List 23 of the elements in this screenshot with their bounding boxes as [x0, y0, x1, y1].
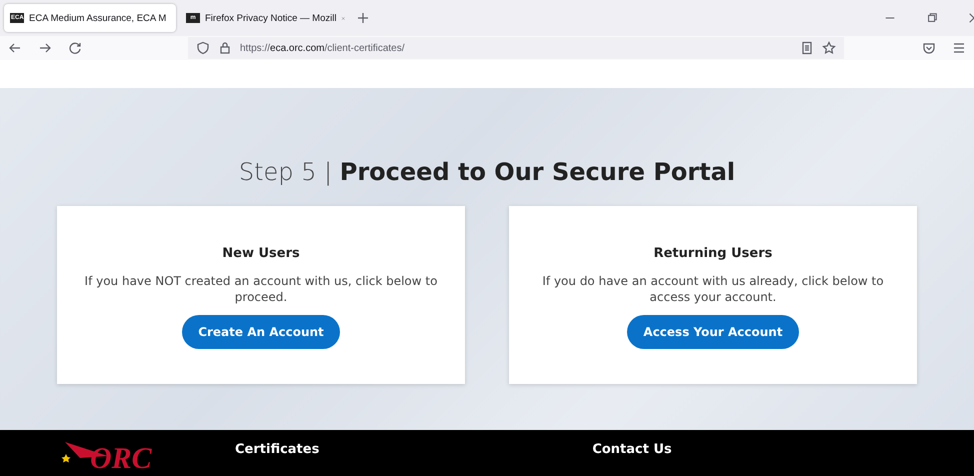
page-heading: Step 5 | Proceed to Our Secure Portal	[238, 158, 736, 186]
pocket-icon[interactable]	[922, 41, 936, 55]
orc-logo[interactable]: ORC	[60, 442, 155, 476]
shield-icon[interactable]	[196, 41, 210, 55]
card-title: Returning Users	[654, 246, 772, 261]
lock-icon[interactable]	[218, 41, 232, 55]
card-text: If you do have an account with us already, click below to access your account.	[541, 273, 885, 306]
address-bar[interactable]: https://eca.orc.com/client-certificates/	[188, 37, 844, 59]
card-text: If you have NOT created an account with us, click below to proceed.	[84, 273, 438, 306]
footer-heading: Contact Us	[592, 442, 672, 457]
menu-icon[interactable]	[952, 41, 966, 55]
account-button[interactable]: Access Your Account	[627, 315, 799, 350]
forward-icon[interactable]	[38, 41, 52, 55]
new-tab-icon[interactable]	[356, 11, 370, 25]
footer-heading: Certificates	[235, 442, 320, 457]
card-title: New Users	[222, 246, 300, 261]
account-button[interactable]: Create An Account	[182, 315, 340, 350]
star-icon[interactable]	[822, 41, 836, 55]
url-text: https://eca.orc.com/client-certificates/	[240, 42, 405, 54]
reader-view-icon[interactable]	[800, 41, 814, 55]
restore-icon[interactable]	[926, 12, 938, 24]
back-icon[interactable]	[8, 41, 22, 55]
reload-icon[interactable]	[68, 41, 82, 55]
